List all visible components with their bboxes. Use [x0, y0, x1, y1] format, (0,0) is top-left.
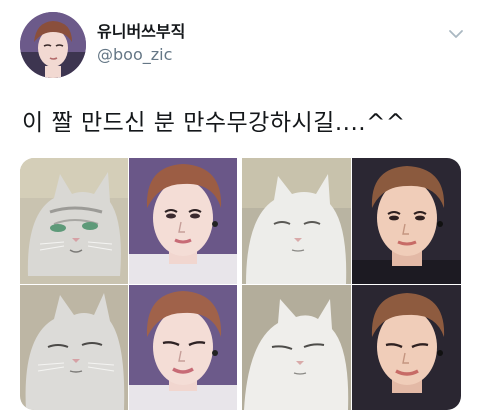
tweet-text: 이 짤 만드신 분 만수무강하시길....^^	[22, 110, 406, 136]
avatar[interactable]	[20, 12, 86, 78]
photo-man-squint-image	[352, 285, 461, 410]
user-handle[interactable]: @boo_zic	[97, 44, 185, 66]
media-image-illustration[interactable]	[20, 158, 237, 410]
tweet-media[interactable]	[20, 158, 461, 410]
illustrated-cat-image	[20, 158, 128, 284]
avatar-illustration	[20, 12, 86, 78]
photo-cat-squint-image	[242, 285, 351, 410]
tweet-header: 유니버쓰부직 @boo_zic	[20, 12, 470, 82]
illustrated-cat-squint-image	[20, 285, 128, 410]
chevron-down-icon[interactable]	[448, 26, 464, 42]
display-name[interactable]: 유니버쓰부직	[97, 22, 185, 42]
photo-cat-image	[242, 158, 351, 284]
photo-man-image	[352, 158, 461, 284]
author-names: 유니버쓰부직 @boo_zic	[97, 22, 185, 66]
illustrated-boy-squint-image	[129, 285, 237, 410]
illustrated-boy-image	[129, 158, 237, 284]
media-image-photo[interactable]	[242, 158, 461, 410]
